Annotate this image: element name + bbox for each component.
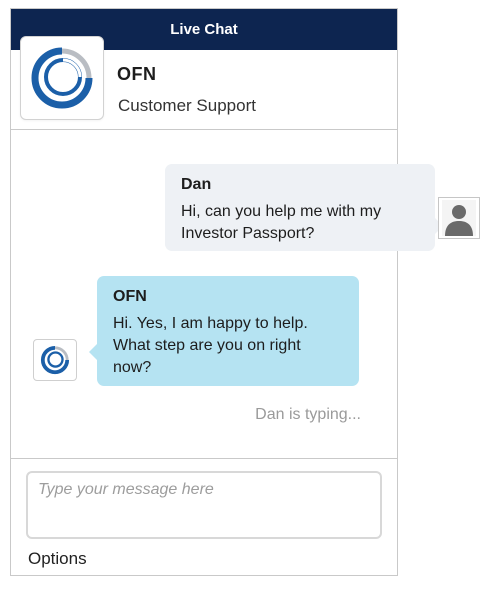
message-list: Dan Hi, can you help me with my Investor… [11, 130, 443, 459]
person-silhouette-icon [438, 197, 480, 239]
agent-message-bubble: OFN Hi. Yes, I am happy to help. What st… [89, 276, 359, 386]
typing-indicator: Dan is typing... [255, 406, 361, 423]
chat-header: OFN Customer Support [11, 36, 397, 130]
user-message-bubble: Dan Hi, can you help me with my Investor… [165, 164, 443, 251]
live-chat-window: Live Chat OFN Customer Support Dan Hi, c… [10, 8, 443, 577]
window-title: Live Chat [170, 21, 238, 38]
ofn-ring-logo-icon [20, 36, 104, 120]
agent-avatar-logo-icon [33, 339, 77, 381]
message-text: Hi. Yes, I am happy to help. What step a… [113, 315, 308, 376]
message-sender: OFN [113, 288, 147, 305]
message-text: Hi, can you help me with my Investor Pas… [181, 203, 382, 242]
message-sender: Dan [181, 176, 212, 193]
agent-subtitle: Customer Support [118, 96, 256, 115]
message-input[interactable] [26, 471, 382, 539]
agent-name: OFN [117, 64, 157, 84]
composer: Options [11, 459, 397, 577]
options-link[interactable]: Options [28, 549, 87, 569]
